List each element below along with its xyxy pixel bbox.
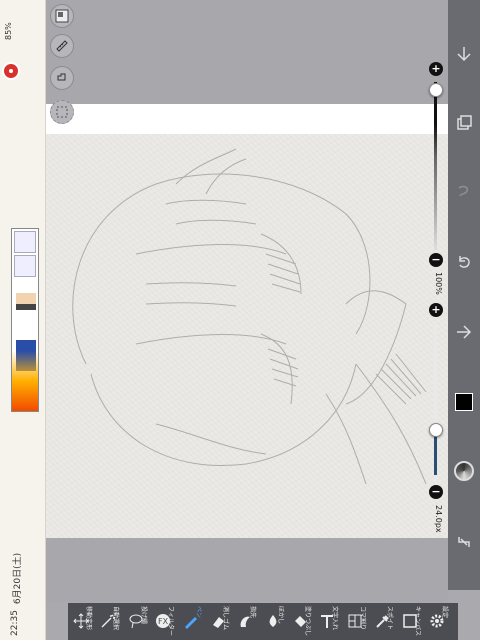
opacity-minus-button[interactable]: −	[429, 253, 443, 267]
arrow-down-icon	[457, 47, 471, 62]
hand-tool-button[interactable]	[50, 66, 74, 90]
drawing-canvas[interactable]	[46, 104, 448, 538]
size-value-label: 24.0px	[434, 505, 443, 533]
battery-indicator: 85%	[4, 6, 24, 40]
snap-button[interactable]	[454, 182, 474, 202]
tool-magic-wand[interactable]: 自動選択	[99, 603, 125, 640]
arrow-right-icon	[457, 325, 472, 339]
battery-level: 85%	[4, 22, 13, 40]
right-toolbar	[448, 0, 480, 590]
size-plus-button[interactable]: +	[429, 303, 443, 317]
undo-button[interactable]	[454, 253, 474, 273]
selection-icon	[56, 106, 68, 118]
status-date: 6月20日(土)	[13, 552, 23, 605]
size-slider-knob[interactable]	[429, 423, 443, 437]
tool-label: 投げ縄	[139, 606, 147, 625]
opacity-slider-track[interactable]	[434, 82, 437, 250]
layers-button[interactable]	[454, 112, 474, 132]
ruler-button[interactable]	[50, 34, 74, 58]
tool-bar: 移動変形 自動選択 投げ縄 FX フィルター ペン 消しゴム 指先 ぼかし 塗りつぶし 文字入れ コマ…	[68, 603, 458, 640]
tool-lasso[interactable]: 投げ縄	[127, 603, 153, 640]
ad-icon-tile	[14, 255, 36, 277]
sketch-drawing	[72, 148, 427, 485]
status-datetime: 22:35 6月20日(土)	[10, 553, 23, 636]
ad-banner[interactable]	[11, 228, 39, 412]
canvas-top-band	[46, 104, 448, 134]
tool-label: 移動変形	[85, 606, 92, 631]
tool-label: スポイト	[386, 606, 394, 631]
status-time: 22:35	[10, 610, 20, 636]
tool-label: ぼかし	[276, 606, 284, 625]
ruler-icon	[56, 40, 68, 52]
ad-fire-image	[12, 351, 38, 411]
tool-move[interactable]: 移動変形	[72, 603, 98, 640]
tool-bucket[interactable]: 塗りつぶし	[291, 603, 317, 640]
tool-label: キャンバス	[413, 606, 421, 637]
tool-label: フィルター	[167, 606, 175, 636]
material-button[interactable]	[454, 532, 474, 552]
redo-button[interactable]	[454, 322, 474, 342]
size-minus-button[interactable]: −	[429, 485, 443, 499]
undo-icon	[459, 256, 470, 268]
tool-canvas[interactable]: キャンバス	[401, 603, 427, 640]
tool-label: 指先	[249, 606, 257, 619]
tool-blur[interactable]: ぼかし	[264, 603, 290, 640]
snap-icon	[458, 185, 469, 197]
collapse-button[interactable]	[454, 44, 474, 64]
ad-icon-tile	[14, 231, 36, 253]
opacity-value-label: 100%	[434, 272, 443, 295]
tool-eyedropper[interactable]: スポイト	[373, 603, 399, 640]
tool-label: コマ割り	[358, 606, 366, 631]
tool-label: 塗りつぶし	[304, 606, 311, 637]
selection-button[interactable]	[50, 100, 74, 124]
tool-finger[interactable]: 指先	[236, 603, 262, 640]
status-bar: 85% 22:35 6月20日(土)	[0, 0, 46, 640]
tool-fx[interactable]: FX フィルター	[154, 603, 180, 640]
tool-eraser[interactable]: 消しゴム	[209, 603, 235, 640]
tool-label: ペン	[194, 606, 202, 619]
screen-record-icon[interactable]	[2, 62, 20, 80]
opacity-slider-knob[interactable]	[429, 83, 443, 97]
rotate-icon	[458, 537, 470, 547]
tool-label: 文字入れ	[331, 606, 339, 631]
hand-icon	[57, 73, 66, 81]
tool-gear[interactable]: 設定	[428, 603, 454, 640]
layer-thumbnail-button[interactable]	[50, 4, 74, 28]
tool-text[interactable]: 文字入れ	[318, 603, 344, 640]
layers-icon	[457, 115, 472, 130]
tool-label: 消しゴム	[221, 606, 229, 631]
tool-label: 設定	[440, 606, 448, 619]
tool-label: 自動選択	[112, 606, 120, 631]
opacity-plus-button[interactable]: +	[429, 62, 443, 76]
tool-frame[interactable]: コマ割り	[346, 603, 372, 640]
current-color-swatch[interactable]	[455, 393, 473, 411]
tool-pen[interactable]: ペン	[182, 603, 208, 640]
color-wheel-button[interactable]	[454, 461, 474, 481]
layer-thumbnail-icon	[55, 9, 69, 23]
